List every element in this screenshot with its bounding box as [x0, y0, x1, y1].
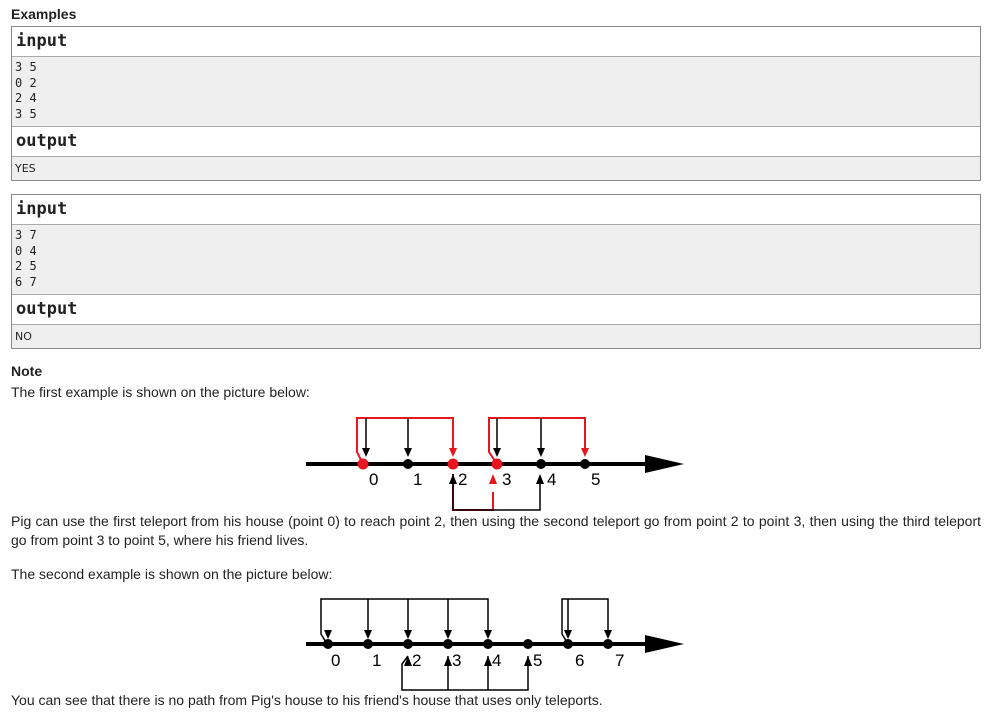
input-line: 2 5 [15, 259, 37, 273]
point-2 [447, 458, 459, 470]
arrow-down-icon [604, 630, 612, 639]
input-line: 0 2 [15, 75, 37, 90]
note-explanation-second: You can see that there is no path from P… [11, 692, 603, 708]
arrow-down-icon [493, 448, 501, 457]
arrow-up-icon [484, 656, 492, 666]
arrow-up-icon [489, 474, 497, 484]
point-0 [357, 458, 369, 470]
point-5 [523, 639, 533, 649]
arrow-down-icon [404, 630, 412, 639]
output-content[interactable]: YES [12, 157, 980, 180]
arrow-up-icon [404, 656, 412, 666]
note-title: Note [11, 363, 43, 379]
point-label: 0 [331, 651, 340, 670]
arrow-down-icon [362, 448, 370, 457]
arrow-up-icon [449, 474, 457, 484]
point-4 [483, 639, 493, 649]
arrow-right-icon [645, 635, 684, 653]
arrow-down-icon [537, 448, 545, 457]
point-label: 2 [458, 470, 467, 489]
arrow-up-icon [524, 656, 532, 666]
input-line: 3 7 [15, 228, 37, 242]
input-line: 3 5 [15, 106, 37, 121]
point-0 [323, 639, 333, 649]
point-label: 0 [369, 470, 378, 489]
arrow-down-icon [484, 630, 492, 639]
arrow-right-icon [645, 455, 684, 473]
arrow-down-icon [581, 448, 589, 457]
input-header: input [12, 195, 980, 225]
sample-test-1: input 3 5 0 2 2 4 3 5 output YES [11, 26, 981, 181]
point-label: 5 [533, 651, 542, 670]
examples-title: Examples [11, 6, 77, 22]
arrow-down-icon [564, 630, 572, 639]
arrow-down-icon [449, 448, 457, 457]
input-line: 6 7 [15, 274, 37, 289]
arrow-down-icon [404, 448, 412, 457]
sample-test-2: input 3 7 0 4 2 5 6 7 output NO [11, 194, 981, 349]
point-4 [536, 459, 546, 469]
input-content[interactable]: 3 7 0 4 2 5 6 7 [12, 225, 980, 295]
note-intro-second: The second example is shown on the pictu… [11, 566, 333, 582]
input-line: 3 5 [15, 60, 37, 74]
note-explanation-first: Pig can use the first teleport from his … [11, 513, 981, 548]
point-label: 3 [502, 470, 511, 489]
output-header: output [12, 127, 980, 157]
point-3 [443, 639, 453, 649]
point-label: 6 [575, 651, 584, 670]
point-7 [603, 639, 613, 649]
point-label: 7 [615, 651, 624, 670]
point-label: 1 [413, 470, 422, 489]
point-label: 1 [372, 651, 381, 670]
arrow-up-icon [444, 656, 452, 666]
point-label: 3 [452, 651, 461, 670]
point-5 [580, 459, 590, 469]
output-line: NO [15, 330, 32, 343]
point-label: 4 [492, 651, 501, 670]
arrow-up-icon [536, 474, 544, 484]
point-label: 2 [412, 651, 421, 670]
input-line: 0 4 [15, 243, 37, 258]
point-label: 4 [547, 470, 556, 489]
point-3 [491, 458, 503, 470]
note-intro-first: The first example is shown on the pictur… [11, 384, 310, 400]
arrow-down-icon [324, 630, 332, 639]
teleport-diagram-second-example: 0 1 2 3 4 5 6 7 [306, 598, 684, 691]
point-6 [563, 639, 573, 649]
teleport-diagram-first-example: 0 1 2 3 4 5 [306, 417, 684, 511]
input-header: input [12, 27, 980, 57]
output-line: YES [15, 162, 36, 175]
arrow-down-icon [444, 630, 452, 639]
point-1 [403, 459, 413, 469]
point-label: 5 [591, 470, 600, 489]
input-content[interactable]: 3 5 0 2 2 4 3 5 [12, 57, 980, 127]
arrow-down-icon [364, 630, 372, 639]
output-content[interactable]: NO [12, 325, 980, 348]
point-1 [363, 639, 373, 649]
output-header: output [12, 295, 980, 325]
input-line: 2 4 [15, 91, 37, 105]
point-2 [403, 639, 413, 649]
